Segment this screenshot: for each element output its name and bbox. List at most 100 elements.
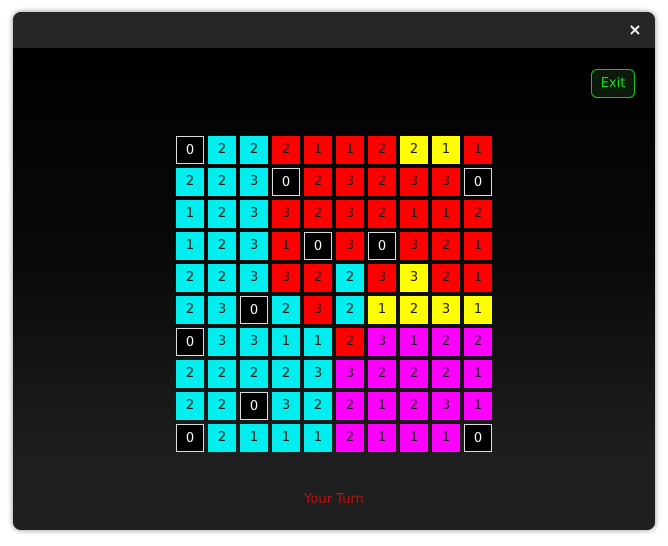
board-cell[interactable]: 1 bbox=[400, 200, 428, 228]
board-cell[interactable]: 0 bbox=[304, 232, 332, 260]
board-cell[interactable]: 2 bbox=[208, 200, 236, 228]
board-cell[interactable]: 1 bbox=[176, 232, 204, 260]
board-cell[interactable]: 2 bbox=[336, 392, 364, 420]
close-button[interactable]: × bbox=[625, 20, 645, 40]
board-cell[interactable]: 2 bbox=[304, 264, 332, 292]
board-cell[interactable]: 2 bbox=[336, 264, 364, 292]
board-cell[interactable]: 1 bbox=[368, 424, 396, 452]
board-cell[interactable]: 1 bbox=[464, 264, 492, 292]
board-cell[interactable]: 2 bbox=[368, 136, 396, 164]
board-cell[interactable]: 3 bbox=[336, 232, 364, 260]
board-cell[interactable]: 0 bbox=[368, 232, 396, 260]
board-cell[interactable]: 2 bbox=[272, 136, 300, 164]
board-cell[interactable]: 1 bbox=[176, 200, 204, 228]
board-cell[interactable]: 1 bbox=[400, 424, 428, 452]
board-cell[interactable]: 3 bbox=[368, 328, 396, 356]
board-cell[interactable]: 2 bbox=[176, 360, 204, 388]
board-cell[interactable]: 2 bbox=[368, 200, 396, 228]
board-cell[interactable]: 2 bbox=[400, 392, 428, 420]
board-cell[interactable]: 2 bbox=[432, 264, 460, 292]
board-cell[interactable]: 3 bbox=[432, 392, 460, 420]
board-cell[interactable]: 2 bbox=[272, 296, 300, 324]
board-cell[interactable]: 0 bbox=[272, 168, 300, 196]
board-cell[interactable]: 1 bbox=[272, 424, 300, 452]
board-cell[interactable]: 2 bbox=[208, 168, 236, 196]
board-cell[interactable]: 2 bbox=[464, 200, 492, 228]
board-cell[interactable]: 2 bbox=[304, 200, 332, 228]
board-cell[interactable]: 1 bbox=[464, 392, 492, 420]
board-cell[interactable]: 3 bbox=[208, 296, 236, 324]
board-cell[interactable]: 1 bbox=[464, 136, 492, 164]
board-cell[interactable]: 2 bbox=[368, 168, 396, 196]
board-cell[interactable]: 3 bbox=[432, 168, 460, 196]
board-cell[interactable]: 2 bbox=[208, 264, 236, 292]
board-cell[interactable]: 3 bbox=[304, 296, 332, 324]
board-cell[interactable]: 2 bbox=[432, 328, 460, 356]
board-cell[interactable]: 1 bbox=[368, 296, 396, 324]
board-cell[interactable]: 3 bbox=[240, 168, 268, 196]
board-cell[interactable]: 3 bbox=[400, 264, 428, 292]
board-cell[interactable]: 3 bbox=[240, 200, 268, 228]
board-cell[interactable]: 2 bbox=[240, 360, 268, 388]
board-cell[interactable]: 1 bbox=[304, 328, 332, 356]
board-cell[interactable]: 3 bbox=[272, 200, 300, 228]
board-cell[interactable]: 3 bbox=[240, 328, 268, 356]
board-cell[interactable]: 1 bbox=[240, 424, 268, 452]
board-cell[interactable]: 1 bbox=[400, 328, 428, 356]
board-cell[interactable]: 2 bbox=[208, 136, 236, 164]
board-cell[interactable]: 1 bbox=[304, 136, 332, 164]
board-cell[interactable]: 2 bbox=[304, 392, 332, 420]
board-cell[interactable]: 2 bbox=[336, 296, 364, 324]
board-cell[interactable]: 1 bbox=[464, 360, 492, 388]
board-cell[interactable]: 3 bbox=[336, 360, 364, 388]
board-cell[interactable]: 0 bbox=[176, 424, 204, 452]
board-cell[interactable]: 3 bbox=[272, 264, 300, 292]
board-cell[interactable]: 2 bbox=[400, 296, 428, 324]
board-cell[interactable]: 3 bbox=[240, 232, 268, 260]
board-cell[interactable]: 3 bbox=[304, 360, 332, 388]
board-cell[interactable]: 2 bbox=[400, 136, 428, 164]
board-cell[interactable]: 2 bbox=[208, 232, 236, 260]
board-cell[interactable]: 0 bbox=[176, 136, 204, 164]
board-cell[interactable]: 2 bbox=[304, 168, 332, 196]
board-cell[interactable]: 2 bbox=[176, 168, 204, 196]
board-cell[interactable]: 1 bbox=[336, 136, 364, 164]
board-cell[interactable]: 2 bbox=[272, 360, 300, 388]
board-cell[interactable]: 2 bbox=[432, 360, 460, 388]
board-cell[interactable]: 0 bbox=[464, 424, 492, 452]
board-cell[interactable]: 1 bbox=[464, 296, 492, 324]
board-cell[interactable]: 3 bbox=[336, 200, 364, 228]
board-cell[interactable]: 3 bbox=[272, 392, 300, 420]
board-cell[interactable]: 2 bbox=[336, 424, 364, 452]
board-cell[interactable]: 1 bbox=[272, 232, 300, 260]
board-cell[interactable]: 1 bbox=[432, 424, 460, 452]
board-cell[interactable]: 3 bbox=[208, 328, 236, 356]
board-cell[interactable]: 2 bbox=[400, 360, 428, 388]
board-cell[interactable]: 0 bbox=[240, 392, 268, 420]
board-cell[interactable]: 2 bbox=[336, 328, 364, 356]
board-cell[interactable]: 2 bbox=[176, 296, 204, 324]
board-cell[interactable]: 1 bbox=[432, 200, 460, 228]
board-cell[interactable]: 1 bbox=[368, 392, 396, 420]
board-cell[interactable]: 3 bbox=[368, 264, 396, 292]
board-cell[interactable]: 3 bbox=[400, 168, 428, 196]
board-cell[interactable]: 2 bbox=[432, 232, 460, 260]
board-cell[interactable]: 1 bbox=[432, 136, 460, 164]
board-cell[interactable]: 2 bbox=[176, 392, 204, 420]
board-cell[interactable]: 2 bbox=[240, 136, 268, 164]
board-cell[interactable]: 2 bbox=[208, 392, 236, 420]
board-cell[interactable]: 2 bbox=[208, 360, 236, 388]
board-cell[interactable]: 2 bbox=[368, 360, 396, 388]
board-cell[interactable]: 3 bbox=[240, 264, 268, 292]
board-cell[interactable]: 0 bbox=[464, 168, 492, 196]
board-cell[interactable]: 0 bbox=[176, 328, 204, 356]
board-cell[interactable]: 0 bbox=[240, 296, 268, 324]
board-cell[interactable]: 1 bbox=[272, 328, 300, 356]
board-cell[interactable]: 2 bbox=[176, 264, 204, 292]
board-cell[interactable]: 2 bbox=[464, 328, 492, 356]
board-cell[interactable]: 3 bbox=[432, 296, 460, 324]
board-cell[interactable]: 3 bbox=[336, 168, 364, 196]
board-cell[interactable]: 1 bbox=[304, 424, 332, 452]
board-cell[interactable]: 2 bbox=[208, 424, 236, 452]
board-cell[interactable]: 1 bbox=[464, 232, 492, 260]
